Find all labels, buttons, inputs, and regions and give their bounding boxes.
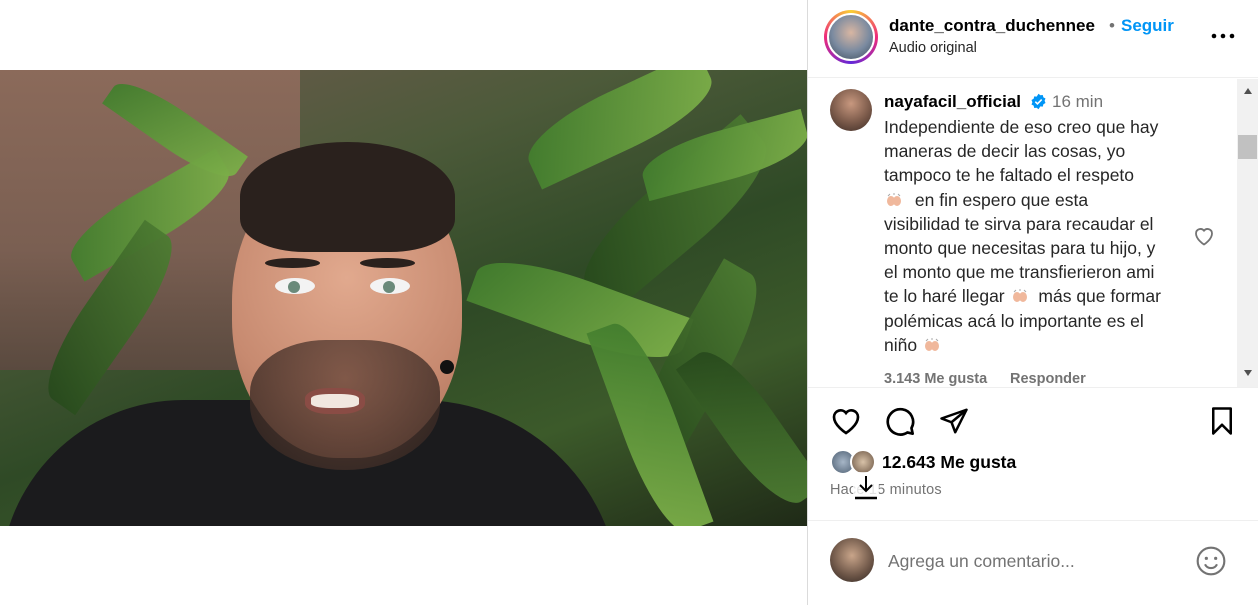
scroll-thumb[interactable] <box>1238 135 1257 159</box>
more-options-button[interactable] <box>1208 24 1238 48</box>
post-sidebar: dante_contra_duchennee • Seguir Audio or… <box>808 0 1258 605</box>
like-button[interactable] <box>829 404 863 438</box>
share-button[interactable] <box>937 404 971 438</box>
comment-time: 16 min <box>1052 92 1104 111</box>
comment-like-heart-icon[interactable] <box>1192 224 1216 248</box>
smiley-face-icon <box>1196 546 1226 576</box>
comment-line-text: te lo haré llegar <box>884 286 1005 307</box>
comment-line-text: más que formar <box>1038 286 1161 307</box>
send-paper-plane-icon <box>940 408 968 434</box>
comment-line: te lo haré llegar más que formar <box>884 284 1214 308</box>
comment-line: visibilidad te sirva para recaudar el <box>884 213 1154 234</box>
comment-line: niño <box>884 333 1214 357</box>
composer-separator <box>808 520 1258 521</box>
commenter-avatar[interactable] <box>830 89 872 131</box>
comment-line: monto que necesitas para tu hijo, y <box>884 238 1156 259</box>
person-hair <box>240 142 455 252</box>
comment-line: Independiente de eso creo que hay <box>884 117 1159 137</box>
praying-hands-emoji-icon <box>1012 289 1027 303</box>
post-header: dante_contra_duchennee • Seguir Audio or… <box>808 0 1258 78</box>
comment-button[interactable] <box>883 404 917 438</box>
audio-link[interactable]: Audio original <box>889 40 977 56</box>
separator-dot: • <box>1109 16 1115 35</box>
actions-separator <box>808 387 1258 388</box>
comment-line: en fin espero que esta <box>884 188 1214 212</box>
download-icon[interactable] <box>853 472 879 502</box>
mouth <box>305 388 365 414</box>
triangle-up-icon <box>1243 88 1252 94</box>
scroll-down-button[interactable] <box>1237 363 1258 383</box>
earring <box>440 360 454 374</box>
follow-button[interactable]: Seguir <box>1121 16 1174 36</box>
comment-line: polémicas acá lo importante es el <box>884 310 1144 331</box>
save-button[interactable] <box>1205 404 1239 438</box>
bookmark-icon <box>1212 407 1232 435</box>
scroll-up-button[interactable] <box>1237 81 1258 101</box>
author-avatar[interactable] <box>824 10 878 64</box>
verified-badge-icon <box>1031 93 1046 110</box>
comments-list[interactable]: nayafacil_official 16 min Independiente … <box>808 79 1236 387</box>
comment-likes-count[interactable]: 3.143 Me gusta <box>884 371 987 387</box>
comment-line-text: en fin espero que esta <box>914 189 1089 210</box>
comment-line: el monto que me transfierieron ami <box>884 262 1155 283</box>
comment-line: tampoco te he faltado el respeto <box>884 165 1135 186</box>
comment-input[interactable] <box>888 546 1188 576</box>
video-player[interactable] <box>0 70 807 526</box>
post-likes-count[interactable]: 12.643 Me gusta <box>882 452 1016 473</box>
eye <box>275 278 315 294</box>
author-username[interactable]: dante_contra_duchennee <box>889 16 1095 36</box>
emoji-button[interactable] <box>1194 544 1228 578</box>
post-time-ago[interactable]: Hace 15 minutos <box>830 482 942 498</box>
praying-hands-emoji-icon <box>924 337 939 351</box>
comment-bubble-icon <box>886 407 915 436</box>
comment-line-text: niño <box>884 334 918 355</box>
comment-line: maneras de decir las cosas, yo <box>884 141 1126 162</box>
praying-hands-emoji-icon <box>887 192 901 206</box>
eyebrow <box>360 258 415 268</box>
commenter-username[interactable]: nayafacil_official <box>884 92 1021 112</box>
triangle-down-icon <box>1243 370 1252 376</box>
eyebrow <box>265 258 320 268</box>
reply-button[interactable]: Responder <box>1010 371 1086 387</box>
author-avatar-image <box>827 13 875 61</box>
heart-icon <box>832 409 860 435</box>
media-pane <box>0 0 807 605</box>
more-horizontal-icon <box>1211 33 1235 39</box>
eye <box>370 278 410 294</box>
comment-text: Independiente de eso creo que hay manera… <box>884 115 1214 357</box>
current-user-avatar[interactable] <box>830 538 874 582</box>
comments-scrollbar[interactable] <box>1237 79 1258 387</box>
